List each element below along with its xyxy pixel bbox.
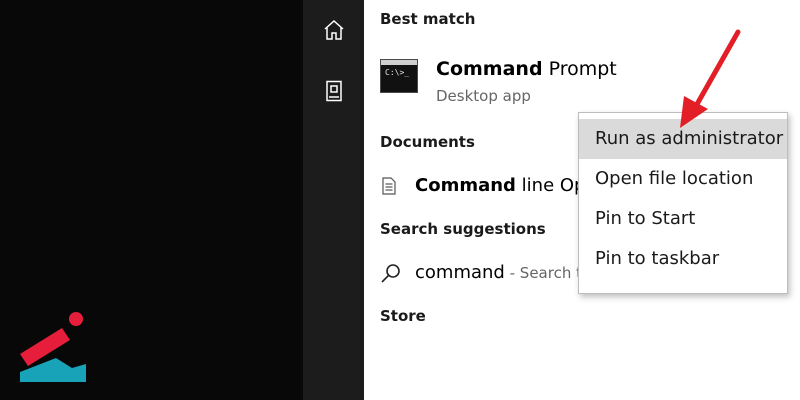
context-menu: Run as administrator Open file location … <box>578 112 788 294</box>
best-match-title[interactable]: Command Prompt <box>436 58 617 80</box>
best-match-header: Best match <box>380 10 476 28</box>
menu-item-pin-to-taskbar[interactable]: Pin to taskbar <box>579 239 787 279</box>
document-icon <box>382 177 396 195</box>
menu-item-run-as-administrator[interactable]: Run as administrator <box>579 119 787 159</box>
menu-item-pin-to-start[interactable]: Pin to Start <box>579 199 787 239</box>
best-match-title-rest: Prompt <box>542 58 617 80</box>
command-prompt-icon-text: C:\>_ <box>385 68 410 77</box>
search-suggestion-result[interactable]: command - Search th <box>415 262 591 283</box>
documents-icon[interactable] <box>322 79 346 103</box>
best-match-subtitle: Desktop app <box>436 87 531 105</box>
document-title-bold: Command <box>415 175 516 196</box>
search-icon <box>380 262 402 284</box>
search-suggestions-header: Search suggestions <box>380 220 546 238</box>
store-header: Store <box>380 307 426 325</box>
command-prompt-icon-titlebar <box>381 60 417 65</box>
best-match-title-bold: Command <box>436 58 543 80</box>
command-prompt-icon[interactable]: C:\>_ <box>380 59 418 93</box>
documents-header: Documents <box>380 133 475 151</box>
brand-logo-icon <box>16 310 88 386</box>
start-menu-rail <box>303 0 364 400</box>
menu-item-open-file-location[interactable]: Open file location <box>579 159 787 199</box>
home-icon[interactable] <box>322 18 346 42</box>
document-result[interactable]: Command line Opt <box>415 175 593 196</box>
search-suggestion-term: command <box>415 262 505 283</box>
